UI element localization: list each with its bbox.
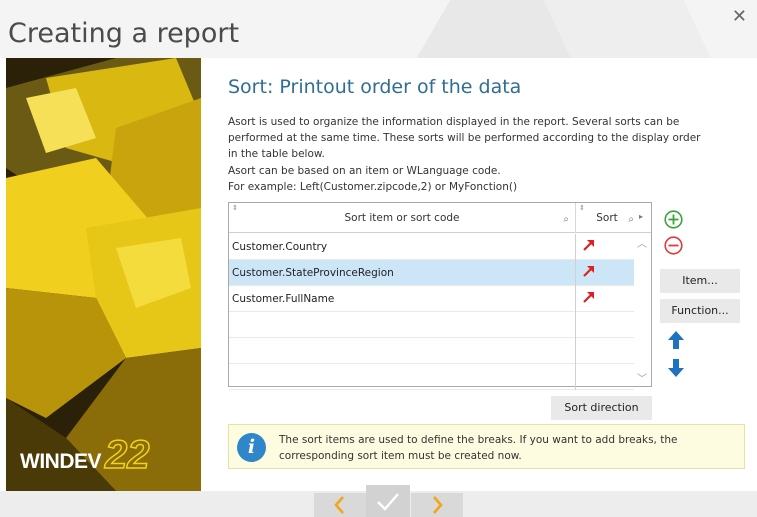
window-title: Creating a report: [8, 18, 240, 49]
remove-icon[interactable]: [664, 236, 683, 259]
sort-item-cell[interactable]: Customer.Country: [229, 234, 576, 260]
table-row-empty[interactable]: [229, 364, 634, 390]
info-line: The sort items are used to define the br…: [279, 434, 678, 446]
function-button[interactable]: Function...: [660, 299, 740, 323]
step-content: Sort: Printout order of the data Asort i…: [228, 76, 748, 195]
table-row-empty[interactable]: [229, 312, 634, 338]
column-header-label: Sort: [596, 212, 618, 224]
wizard-footer: [0, 485, 757, 517]
ascending-arrow-icon: [583, 266, 594, 277]
description-line: in the table below.: [228, 148, 325, 161]
sort-direction-cell[interactable]: [576, 234, 634, 260]
description-line: For example: Left(Customer.zipcode,2) or…: [228, 180, 518, 193]
info-text: The sort items are used to define the br…: [279, 432, 677, 464]
step-title: Sort: Printout order of the data: [228, 76, 522, 98]
sort-direction-cell[interactable]: [576, 260, 634, 286]
column-header-label: Sort item or sort code: [344, 212, 460, 224]
sort-table[interactable]: ⇕ Sort item or sort code ⌕ ⇕ Sort ⌕ ▸ Cu…: [228, 202, 652, 390]
banner-art: [6, 58, 201, 491]
title-bar: Creating a report: [0, 0, 757, 58]
item-button[interactable]: Item...: [660, 269, 740, 293]
side-banner: WINDEV 22: [6, 58, 201, 491]
sort-item-cell[interactable]: [229, 312, 576, 338]
scroll-up-icon[interactable]: ︿: [637, 235, 647, 250]
sort-direction-button[interactable]: Sort direction: [551, 396, 652, 420]
previous-button[interactable]: [314, 493, 366, 517]
sort-direction-cell[interactable]: [576, 312, 634, 338]
move-down-icon[interactable]: [667, 358, 685, 382]
search-icon[interactable]: ⌕: [563, 205, 569, 235]
finish-button[interactable]: [366, 485, 410, 517]
logo-text: WINDEV: [20, 450, 102, 473]
add-icon[interactable]: [664, 210, 683, 233]
description-line: Asort can be based on an item or WLangua…: [228, 164, 501, 177]
search-icon[interactable]: ⌕: [628, 205, 634, 235]
column-header-sort-item[interactable]: ⇕ Sort item or sort code ⌕: [229, 203, 576, 233]
sort-direction-cell[interactable]: [576, 286, 634, 312]
scroll-down-icon[interactable]: ﹀: [637, 370, 647, 385]
sort-item-cell[interactable]: [229, 338, 576, 364]
sort-direction-cell[interactable]: [576, 338, 634, 364]
column-header-sort[interactable]: ⇕ Sort ⌕: [576, 203, 638, 233]
sort-indicator-icon: ⇕: [579, 204, 585, 212]
table-row-empty[interactable]: [229, 338, 634, 364]
header-decoration: [539, 0, 721, 58]
chevron-right-icon: [433, 496, 443, 514]
ascending-arrow-icon: [583, 292, 594, 303]
table-row[interactable]: Customer.StateProvinceRegion: [229, 260, 634, 286]
table-header: ⇕ Sort item or sort code ⌕ ⇕ Sort ⌕ ▸: [229, 203, 651, 233]
ascending-arrow-icon: [583, 240, 594, 251]
checkmark-icon: [377, 493, 399, 511]
sort-item-cell[interactable]: [229, 364, 576, 390]
chevron-left-icon: [334, 496, 344, 514]
table-row[interactable]: Customer.Country: [229, 234, 634, 260]
sort-item-cell[interactable]: Customer.StateProvinceRegion: [229, 260, 576, 286]
description-line: performed at the same time. These sorts …: [228, 132, 701, 145]
vertical-scrollbar[interactable]: ︿ ﹀: [634, 234, 651, 386]
description-line: Asort is used to organize the informatio…: [228, 116, 680, 128]
close-icon[interactable]: ✕: [732, 6, 747, 27]
info-line: corresponding sort item must be created …: [279, 450, 522, 462]
info-box: i The sort items are used to define the …: [228, 424, 745, 469]
windev-logo: WINDEV 22: [20, 433, 150, 477]
next-button[interactable]: [411, 493, 463, 517]
sort-direction-cell[interactable]: [576, 364, 634, 390]
move-up-icon[interactable]: [667, 330, 685, 354]
chevron-right-icon[interactable]: ▸: [639, 212, 643, 221]
logo-version: 22: [104, 433, 150, 477]
table-body: Customer.Country Customer.StateProvinceR…: [229, 234, 634, 390]
sort-indicator-icon: ⇕: [232, 204, 238, 212]
info-icon: i: [237, 433, 266, 462]
step-description: Asort is used to organize the informatio…: [228, 114, 748, 195]
table-row[interactable]: Customer.FullName: [229, 286, 634, 312]
sort-item-cell[interactable]: Customer.FullName: [229, 286, 576, 312]
